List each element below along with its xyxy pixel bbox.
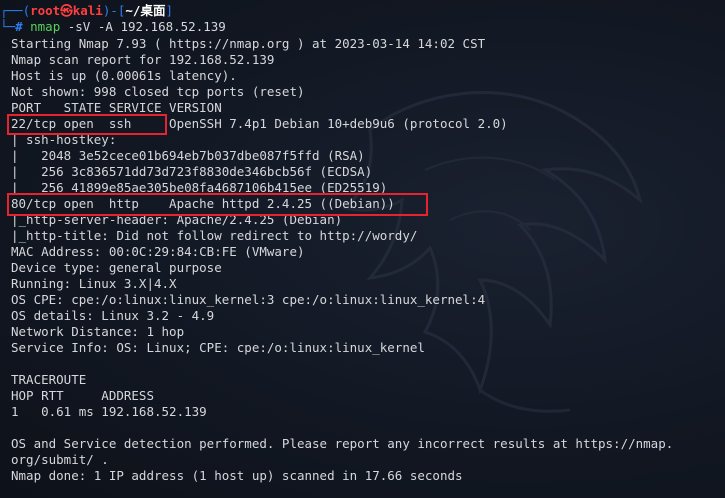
output-line: Not shown: 998 closed tcp ports (reset) (11, 84, 305, 99)
output-line: Service Info: OS: Linux; CPE: cpe:/o:lin… (11, 340, 425, 355)
output-line: Device type: general purpose (11, 260, 222, 275)
terminal-window[interactable]: ┌──(root㉿kali)-[~/桌面] └─# nmap -sV -A 19… (0, 0, 725, 498)
port-80-highlight-box (7, 193, 428, 216)
output-line: OS and Service detection performed. Plea… (11, 436, 674, 451)
output-line: Host is up (0.00061s latency). (11, 68, 237, 83)
output-line: Network Distance: 1 hop (11, 324, 185, 339)
output-line: | 256 3c836571dd73d723f8830de346bcb56f (… (11, 164, 373, 179)
prompt-frame-bottom: └─ (0, 19, 16, 34)
output-line: 1 0.61 ms 192.168.52.139 (11, 404, 207, 419)
output-line: MAC Address: 00:0C:29:84:CB:FE (VMware) (11, 244, 305, 259)
output-line: Starting Nmap 7.93 ( https://nmap.org ) … (11, 36, 486, 51)
output-line: OS details: Linux 3.2 - 4.9 (11, 308, 215, 323)
output-line: Running: Linux 3.X|4.X (11, 276, 177, 291)
command-name: nmap (30, 19, 61, 34)
prompt-line: ┌──(root㉿kali)-[~/桌面] (0, 3, 173, 19)
prompt-frame-close: ] (165, 3, 173, 18)
prompt-symbol: # (15, 19, 23, 34)
output-line: Nmap done: 1 IP address (1 host up) scan… (11, 468, 463, 483)
output-line: | 2048 3e52cece01b694eb7b037dbe087f5ffd … (11, 148, 365, 163)
output-line: OS CPE: cpe:/o:linux:linux_kernel:3 cpe:… (11, 292, 486, 307)
prompt-user-host: root㉿kali (30, 3, 103, 18)
output-line: Nmap scan report for 192.168.52.139 (11, 52, 275, 67)
output-line: HOP RTT ADDRESS (11, 388, 154, 403)
output-line: org/submit/ . (11, 452, 109, 467)
prompt-frame-mid: )-[ (102, 3, 126, 18)
prompt-frame-open: ┌──( (0, 3, 31, 18)
command-args: -sV -A 192.168.52.139 (60, 19, 226, 34)
port-22-highlight-box (7, 114, 167, 135)
output-line: TRACEROUTE (11, 372, 87, 387)
command-line[interactable]: └─# nmap -sV -A 192.168.52.139 (0, 19, 226, 35)
prompt-cwd: ~/桌面 (125, 3, 166, 18)
output-line: |_http-title: Did not follow redirect to… (11, 228, 418, 243)
